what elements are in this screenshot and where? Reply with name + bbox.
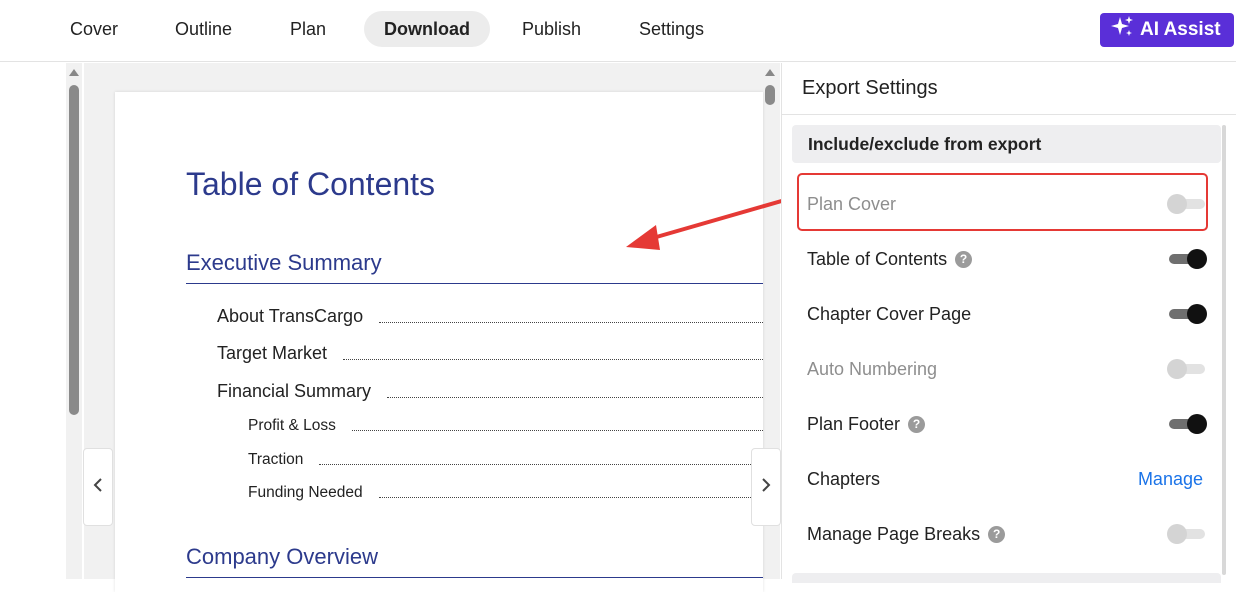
option-label: Table of Contents [807,248,948,269]
scroll-up-icon[interactable] [765,69,775,76]
toc-entry-label: Financial Summary [217,381,372,401]
toggle-knob [1167,524,1187,544]
page-title: Table of Contents [186,166,436,202]
option-manage-page-breaks: Manage Page Breaks ? [807,519,1207,549]
toc-entry-label: About TransCargo [217,306,364,326]
dot-leader [378,497,763,498]
toc-entry-label: Funding Needed [248,484,363,501]
outer-scroll-thumb[interactable] [69,85,79,415]
option-label: Auto Numbering [807,358,938,379]
tab-download[interactable]: Download [364,11,490,47]
option-plan-footer: Plan Footer ? [807,409,1207,439]
chevron-left-icon [92,477,104,498]
toc-entry[interactable]: Target Market [217,343,763,364]
preview-scrollbar[interactable] [762,63,778,579]
tab-outline[interactable]: Outline [155,11,252,47]
outer-scrollbar[interactable] [66,63,82,579]
option-chapter-cover-page: Chapter Cover Page [807,299,1207,329]
option-label: Chapters [807,468,881,489]
scroll-up-icon[interactable] [69,69,79,76]
table-of-contents-toggle[interactable] [1167,248,1207,270]
section-divider [186,283,763,284]
chapter-cover-page-toggle[interactable] [1167,303,1207,325]
toc-entry[interactable]: Funding Needed [248,484,763,502]
option-label: Plan Footer [807,413,901,434]
auto-numbering-toggle[interactable] [1167,358,1207,380]
option-label: Manage Page Breaks [807,523,981,544]
manage-chapters-link[interactable]: Manage [1138,469,1203,490]
toc-entry[interactable]: Financial Summary [217,381,763,402]
toc-page: Table of Contents Executive Summary Abou… [115,92,763,592]
option-chapters: Chapters Manage [807,464,1207,494]
panel-divider [782,114,1236,115]
next-section-header [792,573,1221,583]
plan-cover-highlight [797,173,1208,231]
dot-leader [319,464,763,465]
toc-entry[interactable]: Traction [248,451,763,469]
preview-scroll-thumb[interactable] [765,85,775,105]
prev-page-button[interactable] [83,448,113,526]
toggle-knob [1187,304,1207,324]
toggle-knob [1187,414,1207,434]
tab-settings[interactable]: Settings [619,11,724,47]
tab-publish[interactable]: Publish [502,11,601,47]
toggle-knob [1167,359,1187,379]
section-divider [186,577,763,578]
left-gutter [0,63,66,579]
export-settings-panel: Export Settings Include/exclude from exp… [781,63,1236,583]
option-label: Chapter Cover Page [807,303,972,324]
help-icon[interactable]: ? [988,525,1006,543]
toggle-knob [1187,249,1207,269]
manage-page-breaks-toggle[interactable] [1167,523,1207,545]
help-icon[interactable]: ? [908,415,926,433]
toc-entry-label: Profit & Loss [248,417,336,434]
option-auto-numbering: Auto Numbering [807,354,1207,384]
tab-plan[interactable]: Plan [270,11,346,47]
annotation-arrow-icon [626,196,793,250]
toc-section-heading: Company Overview [186,544,378,569]
ai-assist-button[interactable]: AI Assist [1100,13,1234,47]
dot-leader [351,430,763,431]
tab-cover[interactable]: Cover [50,11,138,47]
toc-entry-label: Target Market [217,343,328,363]
sparkle-icon [1110,15,1140,45]
toc-section-heading: Executive Summary [186,250,382,275]
top-nav: Cover Outline Plan Download Publish Sett… [0,0,1236,62]
toc-entry[interactable]: Profit & Loss [248,417,763,435]
ai-assist-label: AI Assist [1140,19,1221,40]
toc-entry[interactable]: About TransCargo [217,306,763,327]
panel-scrollbar[interactable] [1222,125,1226,575]
toc-entry-label: Traction [248,451,304,468]
help-icon[interactable]: ? [955,250,973,268]
dot-leader [343,359,763,360]
plan-footer-toggle[interactable] [1167,413,1207,435]
include-exclude-header: Include/exclude from export [792,125,1221,163]
option-table-of-contents: Table of Contents ? [807,244,1207,274]
dot-leader [387,397,763,398]
panel-title: Export Settings [802,77,938,99]
dot-leader [379,322,763,323]
